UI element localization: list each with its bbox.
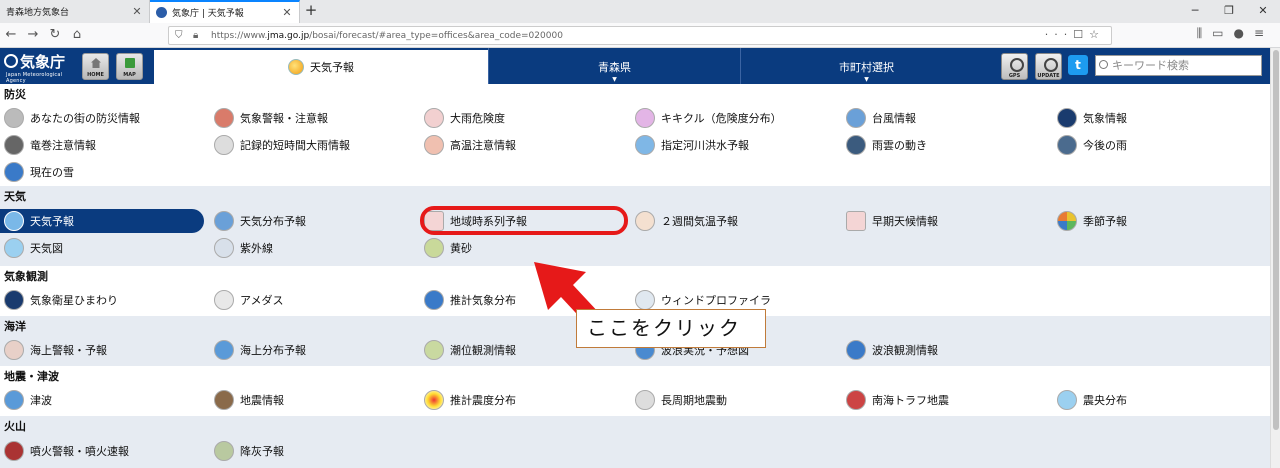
annotation-callout: ここをクリック — [576, 309, 766, 348]
red-arrow-icon — [534, 262, 601, 326]
